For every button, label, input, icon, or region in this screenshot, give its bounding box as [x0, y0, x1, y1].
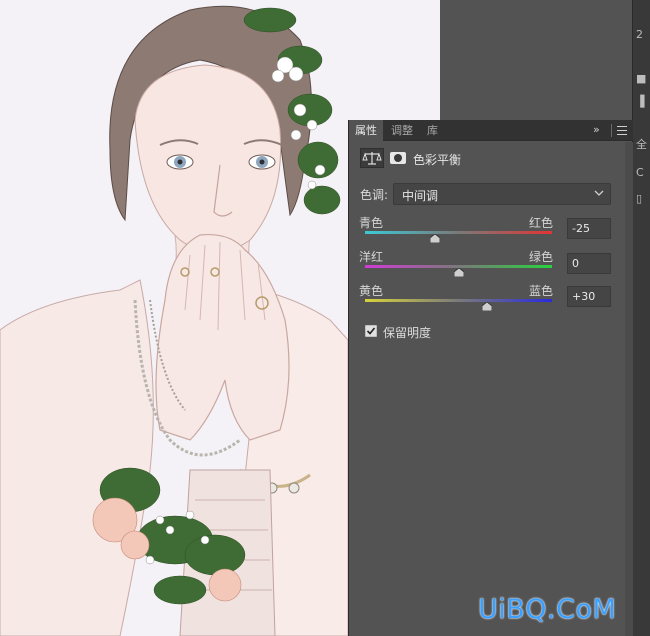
dock-glyph-2[interactable]: ■ [636, 72, 648, 86]
tab-divider [611, 124, 612, 137]
tone-dropdown[interactable]: 中间调 [393, 183, 611, 205]
slider-yellow-blue-value[interactable]: +30 [567, 286, 611, 307]
slider-cyan-label: 青色 [359, 216, 384, 230]
dock-glyph-3[interactable]: ▐ [636, 95, 648, 109]
tone-label: 色调: [360, 188, 389, 202]
dock-glyph-1[interactable]: 2 [636, 28, 648, 42]
color-balance-icon[interactable] [360, 148, 384, 168]
preserve-luminosity-checkbox[interactable] [365, 325, 377, 337]
slider-cyan-red-thumb[interactable] [430, 234, 441, 243]
panel-menu-icon[interactable] [617, 126, 627, 135]
slider-yellow-blue-track[interactable] [365, 299, 552, 302]
adjustment-header: 色彩平衡 [349, 142, 633, 174]
right-dock-strip: 2 ■ ▐ 全 C ▯ [632, 0, 650, 636]
dock-glyph-6[interactable]: ▯ [636, 192, 648, 206]
slider-red-label: 红色 [529, 216, 554, 230]
slider-magenta-green-value[interactable]: 0 [567, 253, 611, 274]
checkmark-icon [366, 327, 376, 335]
tab-adjustments[interactable]: 调整 [385, 120, 419, 141]
slider-magenta-green-thumb[interactable] [453, 268, 464, 277]
dock-glyph-5[interactable]: C [636, 166, 648, 180]
tab-libraries[interactable]: 库 [421, 120, 444, 141]
slider-yellow-blue-thumb[interactable] [481, 302, 492, 311]
workspace-background [440, 0, 650, 120]
layer-mask-icon[interactable] [387, 148, 409, 168]
slider-cyan-red-value[interactable]: -25 [567, 218, 611, 239]
dock-glyph-4[interactable]: 全 [636, 138, 648, 152]
panel-tab-bar: 属性 调整 库 » [349, 120, 633, 141]
tone-dropdown-value: 中间调 [402, 189, 439, 203]
watermark-text: UiBQ.CoM [478, 594, 617, 625]
collapse-panels-icon[interactable]: » [593, 122, 607, 138]
slider-magenta-label: 洋红 [359, 250, 384, 264]
slider-blue-label: 蓝色 [529, 284, 554, 298]
slider-cyan-red-track[interactable] [365, 231, 552, 234]
slider-green-label: 绿色 [529, 250, 554, 264]
chevron-down-icon [594, 190, 604, 196]
preserve-luminosity-label: 保留明度 [383, 326, 432, 340]
tab-properties[interactable]: 属性 [349, 120, 383, 141]
properties-panel: 属性 调整 库 » 色彩平衡 色调: 中间调 青色 红色 -25 洋红 绿色 0… [348, 120, 633, 636]
adjustment-title: 色彩平衡 [413, 153, 462, 167]
panel-scrollbar[interactable] [625, 142, 633, 636]
slider-yellow-label: 黄色 [359, 284, 384, 298]
